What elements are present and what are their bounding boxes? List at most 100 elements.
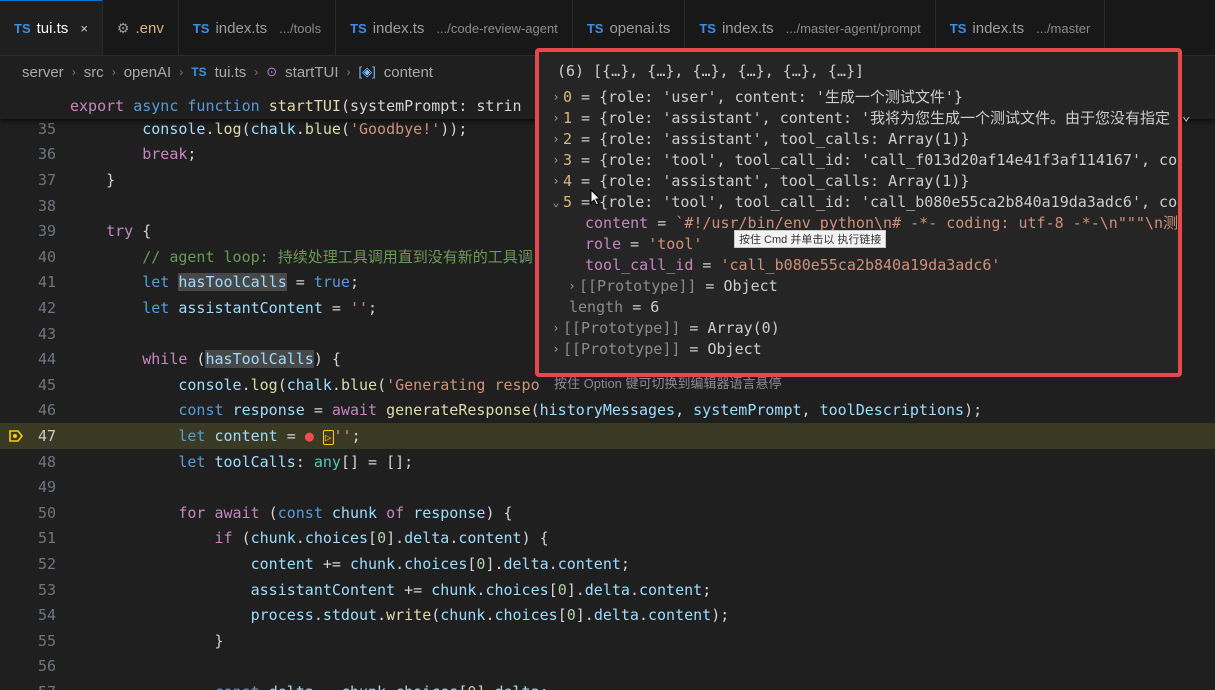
breadcrumb-openai[interactable]: openAI [124, 64, 172, 81]
equals-sign: = [648, 213, 676, 232]
line-number[interactable]: 55 [0, 632, 70, 650]
chevron-right-icon[interactable]: › [549, 111, 563, 125]
code-line-54[interactable]: 54 process.stdout.write(chunk.choices[0]… [0, 602, 1215, 628]
code-line-52[interactable]: 52 content += chunk.choices[0].delta.con… [0, 551, 1215, 577]
debug-current-line-icon[interactable] [8, 428, 24, 444]
array-item-value: {role: 'assistant', tool_calls: Array(1)… [599, 171, 970, 190]
tab-label: .env [135, 19, 164, 37]
line-number[interactable]: 49 [0, 478, 70, 496]
line-number[interactable]: 50 [0, 504, 70, 522]
hover-prototype-object[interactable]: › [[Prototype]] = Object [539, 275, 1178, 296]
line-number[interactable]: 44 [0, 350, 70, 368]
code-line-56[interactable]: 56 [0, 654, 1215, 680]
hover-array-item-5[interactable]: ⌄ 5 = {role: 'tool', tool_call_id: 'call… [539, 191, 1178, 212]
line-number[interactable]: 38 [0, 197, 70, 215]
sticky-signature: (systemPrompt: strin [340, 96, 522, 115]
chevron-right-icon: › [111, 65, 116, 79]
code-line-47[interactable]: 47 let content = ● ▷ ''; [0, 423, 1215, 449]
code-line-46[interactable]: 46 const response = await generateRespon… [0, 398, 1215, 424]
line-number[interactable]: 56 [0, 657, 70, 675]
chevron-down-icon[interactable]: ⌄ [1182, 108, 1190, 124]
code-text: for await (const chunk of response) { [178, 503, 513, 522]
code-text: content += chunk.choices[0].delta.conten… [250, 554, 630, 573]
line-number[interactable]: 40 [0, 248, 70, 266]
hover-prototype-array[interactable]: › [[Prototype]] = Array(0) [539, 317, 1178, 338]
code-text: try { [106, 222, 152, 241]
line-number[interactable]: 39 [0, 222, 70, 240]
property-key: role [585, 234, 622, 253]
breadcrumb-src[interactable]: src [84, 64, 104, 81]
tab-tui-ts[interactable]: TS tui.ts × [0, 0, 103, 55]
line-number[interactable]: 42 [0, 299, 70, 317]
line-number[interactable]: 51 [0, 529, 70, 547]
tab-index-ts-2[interactable]: TS index.ts .../tools [179, 0, 337, 55]
line-number[interactable]: 41 [0, 273, 70, 291]
line-number[interactable]: 36 [0, 145, 70, 163]
code-text: const delta = chunk.choices[0].delta; [70, 683, 549, 690]
code-line-49[interactable]: 49 [0, 474, 1215, 500]
hover-array-item-1[interactable]: › 1 = {role: 'assistant', content: '我将为您… [539, 107, 1178, 128]
hover-array-item-4[interactable]: › 4 = {role: 'assistant', tool_calls: Ar… [539, 170, 1178, 191]
line-number[interactable]: 43 [0, 325, 70, 343]
mouse-pointer-icon [590, 189, 602, 206]
tab-path: .../master-agent/prompt [785, 20, 921, 36]
code-line-50[interactable]: 50 for await (const chunk of response) { [0, 500, 1215, 526]
code-line-48[interactable]: 48 let toolCalls: any[] = []; [0, 449, 1215, 475]
code-line-55[interactable]: 55 } [0, 628, 1215, 654]
property-value: 'call_b080e55ca2b840a19da3adc6' [720, 255, 1001, 274]
breadcrumb-function[interactable]: startTUI [285, 64, 338, 81]
chevron-right-icon: › [254, 65, 259, 79]
chevron-right-icon[interactable]: › [549, 174, 563, 188]
array-index: 2 [563, 129, 573, 148]
tab-path: .../master [1036, 20, 1091, 36]
line-number[interactable]: 35 [0, 120, 70, 138]
line-number[interactable]: 37 [0, 171, 70, 189]
chevron-right-icon: › [346, 65, 351, 79]
code-line-51[interactable]: 51 if (chunk.choices[0].delta.content) { [0, 526, 1215, 552]
hover-header-text: (6) [{…}, {…}, {…}, {…}, {…}, {…}] [557, 61, 865, 80]
sticky-function-name: startTUI [268, 96, 341, 115]
hover-prototype-root[interactable]: › [[Prototype]] = Object [539, 338, 1178, 359]
hover-property-tool_call_id[interactable]: tool_call_id = 'call_b080e55ca2b840a19da… [539, 254, 1178, 275]
property-value: 'tool' [648, 234, 703, 253]
code-line-53[interactable]: 53 assistantContent += chunk.choices[0].… [0, 577, 1215, 603]
array-index: 4 [563, 171, 573, 190]
chevron-right-icon[interactable]: › [549, 342, 563, 356]
code-text: } [70, 631, 224, 650]
prototype-value: Array(0) [707, 318, 780, 337]
code-text: assistantContent += chunk.choices[0].del… [250, 580, 712, 599]
code-text: let assistantContent = ''; [142, 298, 378, 317]
chevron-right-icon[interactable]: › [549, 321, 563, 335]
chevron-right-icon[interactable]: › [565, 279, 579, 293]
line-number[interactable]: 54 [0, 606, 70, 624]
close-icon[interactable]: × [80, 21, 88, 36]
hover-array-item-2[interactable]: › 2 = {role: 'assistant', tool_calls: Ar… [539, 128, 1178, 149]
code-line-57[interactable]: 57 const delta = chunk.choices[0].delta; [0, 679, 1215, 690]
typescript-file-icon: TS [699, 20, 716, 36]
line-number[interactable]: 46 [0, 401, 70, 419]
gear-icon: ⚙ [116, 19, 130, 36]
typescript-file-icon: TS [949, 20, 967, 36]
chevron-right-icon[interactable]: › [549, 153, 563, 167]
chevron-right-icon[interactable]: › [549, 132, 563, 146]
chevron-right-icon: › [179, 65, 184, 79]
breadcrumb-variable[interactable]: content [384, 64, 433, 81]
tab-label: index.ts [972, 19, 1025, 37]
line-number[interactable]: 48 [0, 453, 70, 471]
line-number[interactable]: 45 [0, 376, 70, 394]
hover-array-item-0[interactable]: › 0 = {role: 'user', content: '生成一个测试文件'… [539, 86, 1178, 107]
tab--env[interactable]: ⚙ .env [103, 0, 179, 55]
chevron-down-icon[interactable]: ⌄ [549, 195, 563, 209]
chevron-right-icon[interactable]: › [549, 90, 563, 104]
hover-array-item-3[interactable]: › 3 = {role: 'tool', tool_call_id: 'call… [539, 149, 1178, 170]
chevron-right-icon: › [71, 65, 76, 79]
line-number[interactable]: 53 [0, 581, 70, 599]
prototype-key: [[Prototype]] [563, 339, 681, 358]
line-number[interactable]: 52 [0, 555, 70, 573]
code-text: const response = await generateResponse(… [178, 401, 983, 420]
breadcrumb-file[interactable]: tui.ts [215, 64, 247, 81]
line-number[interactable]: 57 [0, 683, 70, 690]
debug-hover-widget[interactable]: (6) [{…}, {…}, {…}, {…}, {…}, {…}] › 0 =… [535, 48, 1182, 377]
breadcrumb-server[interactable]: server [22, 64, 64, 81]
array-item-value: {role: 'tool', tool_call_id: 'call_b080e… [599, 192, 1178, 211]
